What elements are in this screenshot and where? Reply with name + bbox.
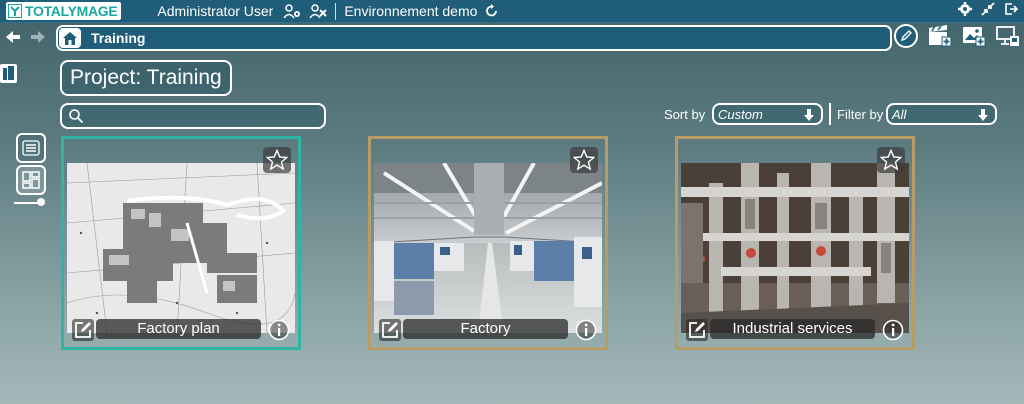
home-icon — [63, 31, 77, 45]
presentation-icon[interactable] — [996, 25, 1020, 47]
project-card[interactable]: Factory — [368, 136, 608, 350]
project-card[interactable]: Factory plan — [61, 136, 301, 350]
card-title[interactable]: Factory plan — [96, 319, 261, 339]
logo-icon — [8, 4, 22, 18]
edit-icon — [75, 322, 91, 338]
edit-circle-button[interactable] — [894, 24, 918, 48]
info-icon[interactable] — [882, 319, 904, 341]
filter-label: Filter by — [837, 107, 884, 122]
sort-value: Custom — [718, 106, 763, 122]
user-delete-icon[interactable] — [309, 3, 328, 19]
settings-icon[interactable] — [958, 2, 972, 16]
project-card[interactable]: Industrial services — [675, 136, 915, 350]
favorite-button[interactable] — [263, 147, 291, 173]
floor-plan-image — [67, 163, 295, 333]
breadcrumb: Training — [56, 25, 892, 51]
star-icon — [573, 149, 595, 171]
document-icon — [3, 66, 14, 80]
refresh-icon[interactable] — [485, 3, 499, 19]
side-panel-toggle[interactable] — [0, 64, 17, 83]
edit-button[interactable] — [379, 319, 401, 341]
list-view-button[interactable] — [16, 133, 46, 163]
app-logo[interactable]: TOTALYMAGE — [6, 2, 122, 20]
sort-label: Sort by — [664, 107, 706, 122]
grid-view-button[interactable] — [16, 165, 46, 195]
back-arrow-icon[interactable] — [5, 29, 21, 45]
card-title[interactable]: Factory — [403, 319, 568, 339]
card-thumbnail[interactable] — [374, 163, 602, 333]
edit-button[interactable] — [72, 319, 94, 341]
list-view-icon — [22, 140, 40, 156]
top-bar: TOTALYMAGE Administrator User Environnem… — [0, 0, 1024, 23]
card-thumbnail[interactable] — [681, 163, 909, 333]
favorite-button[interactable] — [570, 147, 598, 173]
zoom-slider[interactable] — [14, 198, 45, 206]
pipes-panorama-image — [681, 163, 909, 333]
divider — [829, 103, 831, 125]
grid-view-icon — [22, 171, 40, 189]
chevron-down-icon — [978, 109, 988, 121]
filter-value: All — [892, 106, 907, 122]
navigation-row: Training — [0, 24, 1024, 51]
star-icon — [880, 149, 902, 171]
add-image-icon[interactable] — [962, 25, 986, 47]
chevron-down-icon — [804, 109, 814, 121]
search-icon — [69, 109, 84, 124]
project-title: Project: Training — [60, 60, 232, 96]
breadcrumb-current[interactable]: Training — [91, 30, 145, 46]
edit-circle-icon — [900, 30, 912, 42]
environment-name: Environnement demo — [344, 3, 478, 19]
user-settings-icon[interactable] — [283, 3, 301, 19]
card-title[interactable]: Industrial services — [710, 319, 875, 339]
current-user: Administrator User — [157, 3, 274, 19]
edit-icon — [689, 322, 705, 338]
star-icon — [266, 149, 288, 171]
edit-button[interactable] — [686, 319, 708, 341]
divider — [335, 2, 337, 20]
factory-panorama-image — [374, 163, 602, 333]
toolbar — [894, 24, 1020, 48]
logout-icon[interactable] — [1004, 2, 1018, 16]
info-icon[interactable] — [575, 319, 597, 341]
home-button[interactable] — [59, 28, 81, 48]
info-icon[interactable] — [268, 319, 290, 341]
sort-select[interactable]: Custom — [712, 103, 823, 125]
add-scene-icon[interactable] — [928, 25, 952, 47]
forward-arrow-icon[interactable] — [30, 29, 46, 45]
favorite-button[interactable] — [877, 147, 905, 173]
card-thumbnail[interactable] — [67, 163, 295, 333]
minimize-icon[interactable] — [981, 2, 995, 16]
edit-icon — [382, 322, 398, 338]
slider-handle[interactable] — [37, 198, 45, 206]
search-input[interactable] — [88, 107, 324, 125]
search-bar — [60, 103, 326, 129]
logo-text: TOTALYMAGE — [25, 3, 118, 19]
filter-select[interactable]: All — [886, 103, 997, 125]
